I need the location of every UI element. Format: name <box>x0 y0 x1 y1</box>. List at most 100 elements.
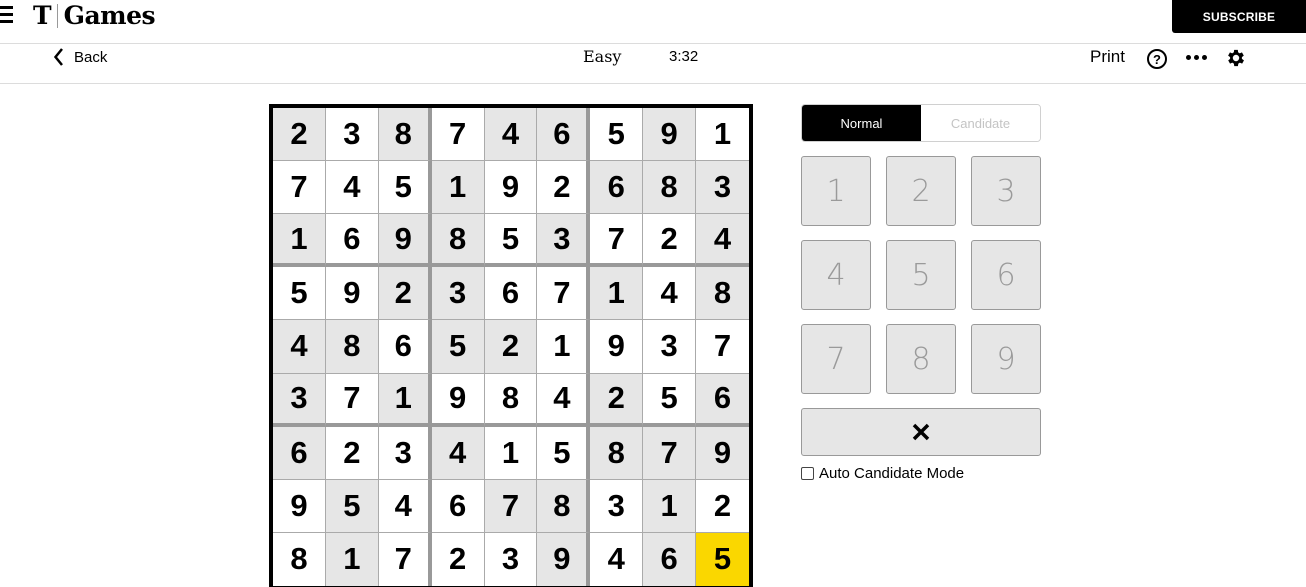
sudoku-cell[interactable]: 8 <box>590 426 644 480</box>
sudoku-cell[interactable]: 4 <box>484 108 538 162</box>
keypad-key-1[interactable]: 1 <box>801 156 871 226</box>
sudoku-cell[interactable]: 5 <box>378 161 432 215</box>
sudoku-cell[interactable]: 8 <box>696 267 749 321</box>
sudoku-cell[interactable]: 9 <box>378 214 432 268</box>
nyt-games-logo[interactable]: T Games <box>33 0 156 32</box>
sudoku-cell[interactable]: 1 <box>696 108 749 162</box>
sudoku-cell[interactable]: 1 <box>378 373 432 427</box>
sudoku-cell[interactable]: 9 <box>696 426 749 480</box>
sudoku-cell[interactable]: 7 <box>273 161 326 215</box>
sudoku-cell[interactable]: 1 <box>537 320 591 374</box>
sudoku-cell[interactable]: 7 <box>378 532 432 586</box>
sudoku-cell[interactable]: 3 <box>273 373 326 427</box>
sudoku-cell[interactable]: 2 <box>590 373 644 427</box>
sudoku-cell[interactable]: 3 <box>431 267 485 321</box>
sudoku-cell[interactable]: 8 <box>325 320 379 374</box>
sudoku-cell[interactable]: 4 <box>273 320 326 374</box>
sudoku-cell[interactable]: 5 <box>643 373 697 427</box>
sudoku-cell[interactable]: 8 <box>431 214 485 268</box>
sudoku-cell[interactable]: 1 <box>325 532 379 586</box>
sudoku-cell[interactable]: 5 <box>537 426 591 480</box>
sudoku-cell[interactable]: 7 <box>590 214 644 268</box>
sudoku-cell[interactable]: 1 <box>273 214 326 268</box>
sudoku-cell[interactable]: 8 <box>537 479 591 533</box>
timer[interactable]: 3:32 <box>669 48 698 65</box>
keypad-key-8[interactable]: 8 <box>886 324 956 394</box>
sudoku-cell[interactable]: 6 <box>643 532 697 586</box>
mode-normal-button[interactable]: Normal <box>802 105 921 141</box>
sudoku-cell[interactable]: 9 <box>431 373 485 427</box>
sudoku-cell[interactable]: 1 <box>643 479 697 533</box>
more-options-icon[interactable] <box>1186 55 1207 60</box>
sudoku-cell[interactable]: 5 <box>484 214 538 268</box>
sudoku-cell[interactable]: 7 <box>537 267 591 321</box>
help-icon[interactable]: ? <box>1147 49 1167 69</box>
sudoku-cell[interactable]: 3 <box>643 320 697 374</box>
mode-candidate-button[interactable]: Candidate <box>921 105 1040 141</box>
auto-candidate-toggle[interactable]: Auto Candidate Mode <box>801 465 964 482</box>
print-button[interactable]: Print <box>1090 47 1125 67</box>
sudoku-cell[interactable]: 5 <box>325 479 379 533</box>
sudoku-cell[interactable]: 2 <box>484 320 538 374</box>
sudoku-cell[interactable]: 4 <box>696 214 749 268</box>
keypad-key-7[interactable]: 7 <box>801 324 871 394</box>
sudoku-cell[interactable]: 1 <box>431 161 485 215</box>
sudoku-cell[interactable]: 2 <box>325 426 379 480</box>
hamburger-menu-icon[interactable] <box>0 6 14 24</box>
sudoku-cell[interactable]: 6 <box>378 320 432 374</box>
sudoku-cell[interactable]: 5 <box>590 108 644 162</box>
sudoku-cell[interactable]: 6 <box>484 267 538 321</box>
back-button[interactable]: Back <box>54 46 107 68</box>
sudoku-cell[interactable]: 7 <box>325 373 379 427</box>
sudoku-cell[interactable]: 9 <box>590 320 644 374</box>
sudoku-cell[interactable]: 9 <box>643 108 697 162</box>
sudoku-cell[interactable]: 9 <box>537 532 591 586</box>
sudoku-cell[interactable]: 3 <box>484 532 538 586</box>
sudoku-cell[interactable]: 3 <box>696 161 749 215</box>
sudoku-cell[interactable]: 4 <box>537 373 591 427</box>
sudoku-cell[interactable]: 8 <box>643 161 697 215</box>
keypad-key-6[interactable]: 6 <box>971 240 1041 310</box>
erase-button[interactable] <box>801 408 1041 456</box>
sudoku-cell[interactable]: 2 <box>537 161 591 215</box>
sudoku-cell[interactable]: 7 <box>431 108 485 162</box>
keypad-key-5[interactable]: 5 <box>886 240 956 310</box>
sudoku-cell[interactable]: 4 <box>378 479 432 533</box>
sudoku-cell[interactable]: 2 <box>378 267 432 321</box>
sudoku-cell[interactable]: 4 <box>590 532 644 586</box>
subscribe-button[interactable]: SUBSCRIBE <box>1172 0 1306 33</box>
sudoku-cell[interactable]: 7 <box>643 426 697 480</box>
sudoku-cell[interactable]: 7 <box>696 320 749 374</box>
keypad-key-3[interactable]: 3 <box>971 156 1041 226</box>
gear-icon[interactable] <box>1225 47 1247 69</box>
sudoku-cell[interactable]: 3 <box>378 426 432 480</box>
sudoku-cell[interactable]: 4 <box>325 161 379 215</box>
sudoku-cell[interactable]: 1 <box>484 426 538 480</box>
sudoku-cell[interactable]: 3 <box>537 214 591 268</box>
sudoku-cell[interactable]: 2 <box>431 532 485 586</box>
sudoku-cell[interactable]: 2 <box>643 214 697 268</box>
sudoku-cell[interactable]: 3 <box>325 108 379 162</box>
sudoku-cell[interactable]: 4 <box>643 267 697 321</box>
sudoku-cell[interactable]: 2 <box>273 108 326 162</box>
sudoku-cell[interactable]: 6 <box>325 214 379 268</box>
keypad-key-4[interactable]: 4 <box>801 240 871 310</box>
sudoku-cell[interactable]: 8 <box>484 373 538 427</box>
sudoku-cell[interactable]: 8 <box>378 108 432 162</box>
sudoku-cell[interactable]: 8 <box>273 532 326 586</box>
selected-cell[interactable]: 5 <box>696 532 749 586</box>
sudoku-cell[interactable]: 5 <box>273 267 326 321</box>
sudoku-cell[interactable]: 6 <box>537 108 591 162</box>
sudoku-cell[interactable]: 2 <box>696 479 749 533</box>
keypad-key-2[interactable]: 2 <box>886 156 956 226</box>
sudoku-cell[interactable]: 7 <box>484 479 538 533</box>
sudoku-cell[interactable]: 9 <box>484 161 538 215</box>
sudoku-cell[interactable]: 6 <box>431 479 485 533</box>
auto-candidate-checkbox[interactable] <box>801 467 814 480</box>
sudoku-cell[interactable]: 9 <box>273 479 326 533</box>
sudoku-cell[interactable]: 9 <box>325 267 379 321</box>
keypad-key-9[interactable]: 9 <box>971 324 1041 394</box>
sudoku-cell[interactable]: 6 <box>273 426 326 480</box>
sudoku-cell[interactable]: 5 <box>431 320 485 374</box>
sudoku-cell[interactable]: 3 <box>590 479 644 533</box>
